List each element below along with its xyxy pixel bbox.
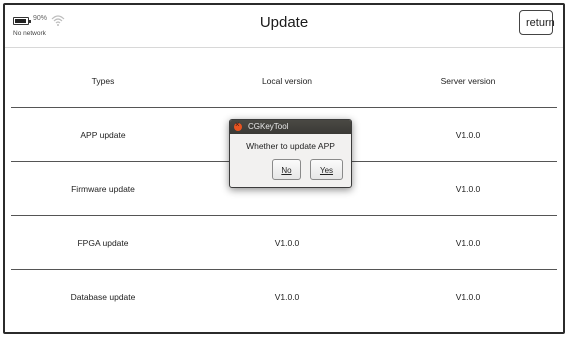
table-header-row: Types Local version Server version (11, 54, 557, 108)
server-version-cell: V1.0.0 (455, 129, 481, 140)
column-header-local-version: Local version (261, 75, 313, 86)
header-bar: 90% No network Update return (5, 5, 563, 48)
dialog-title: CGKeyTool (248, 122, 289, 131)
return-button[interactable]: return (519, 10, 555, 35)
server-version-cell: V1.0.0 (455, 291, 481, 302)
update-table: Types Local version Server version APP u… (11, 54, 557, 323)
yes-button[interactable]: Yes (310, 159, 343, 180)
local-version-cell: V1.0.0 (274, 237, 300, 248)
table-row-database-update[interactable]: Database update V1.0.0 V1.0.0 (11, 270, 557, 323)
server-version-cell: V1.0.0 (455, 237, 481, 248)
page-title: Update (259, 14, 309, 31)
column-header-server-version: Server version (440, 75, 496, 86)
close-icon[interactable] (234, 120, 242, 131)
dialog-message: Whether to update APP (246, 141, 335, 151)
local-version-cell: V1.0.0 (274, 291, 300, 302)
update-confirm-dialog: CGKeyTool Whether to update APP No Yes (229, 119, 352, 188)
dialog-titlebar: CGKeyTool (230, 120, 351, 134)
server-version-cell: V1.0.0 (455, 183, 481, 194)
network-status: No network (13, 30, 46, 37)
type-cell: APP update (80, 129, 126, 140)
type-cell: Database update (70, 291, 136, 302)
type-cell: FPGA update (77, 237, 129, 248)
type-cell: Firmware update (71, 183, 135, 194)
no-button[interactable]: No (272, 159, 301, 180)
table-row-fpga-update[interactable]: FPGA update V1.0.0 V1.0.0 (11, 216, 557, 270)
column-header-types: Types (91, 75, 115, 86)
